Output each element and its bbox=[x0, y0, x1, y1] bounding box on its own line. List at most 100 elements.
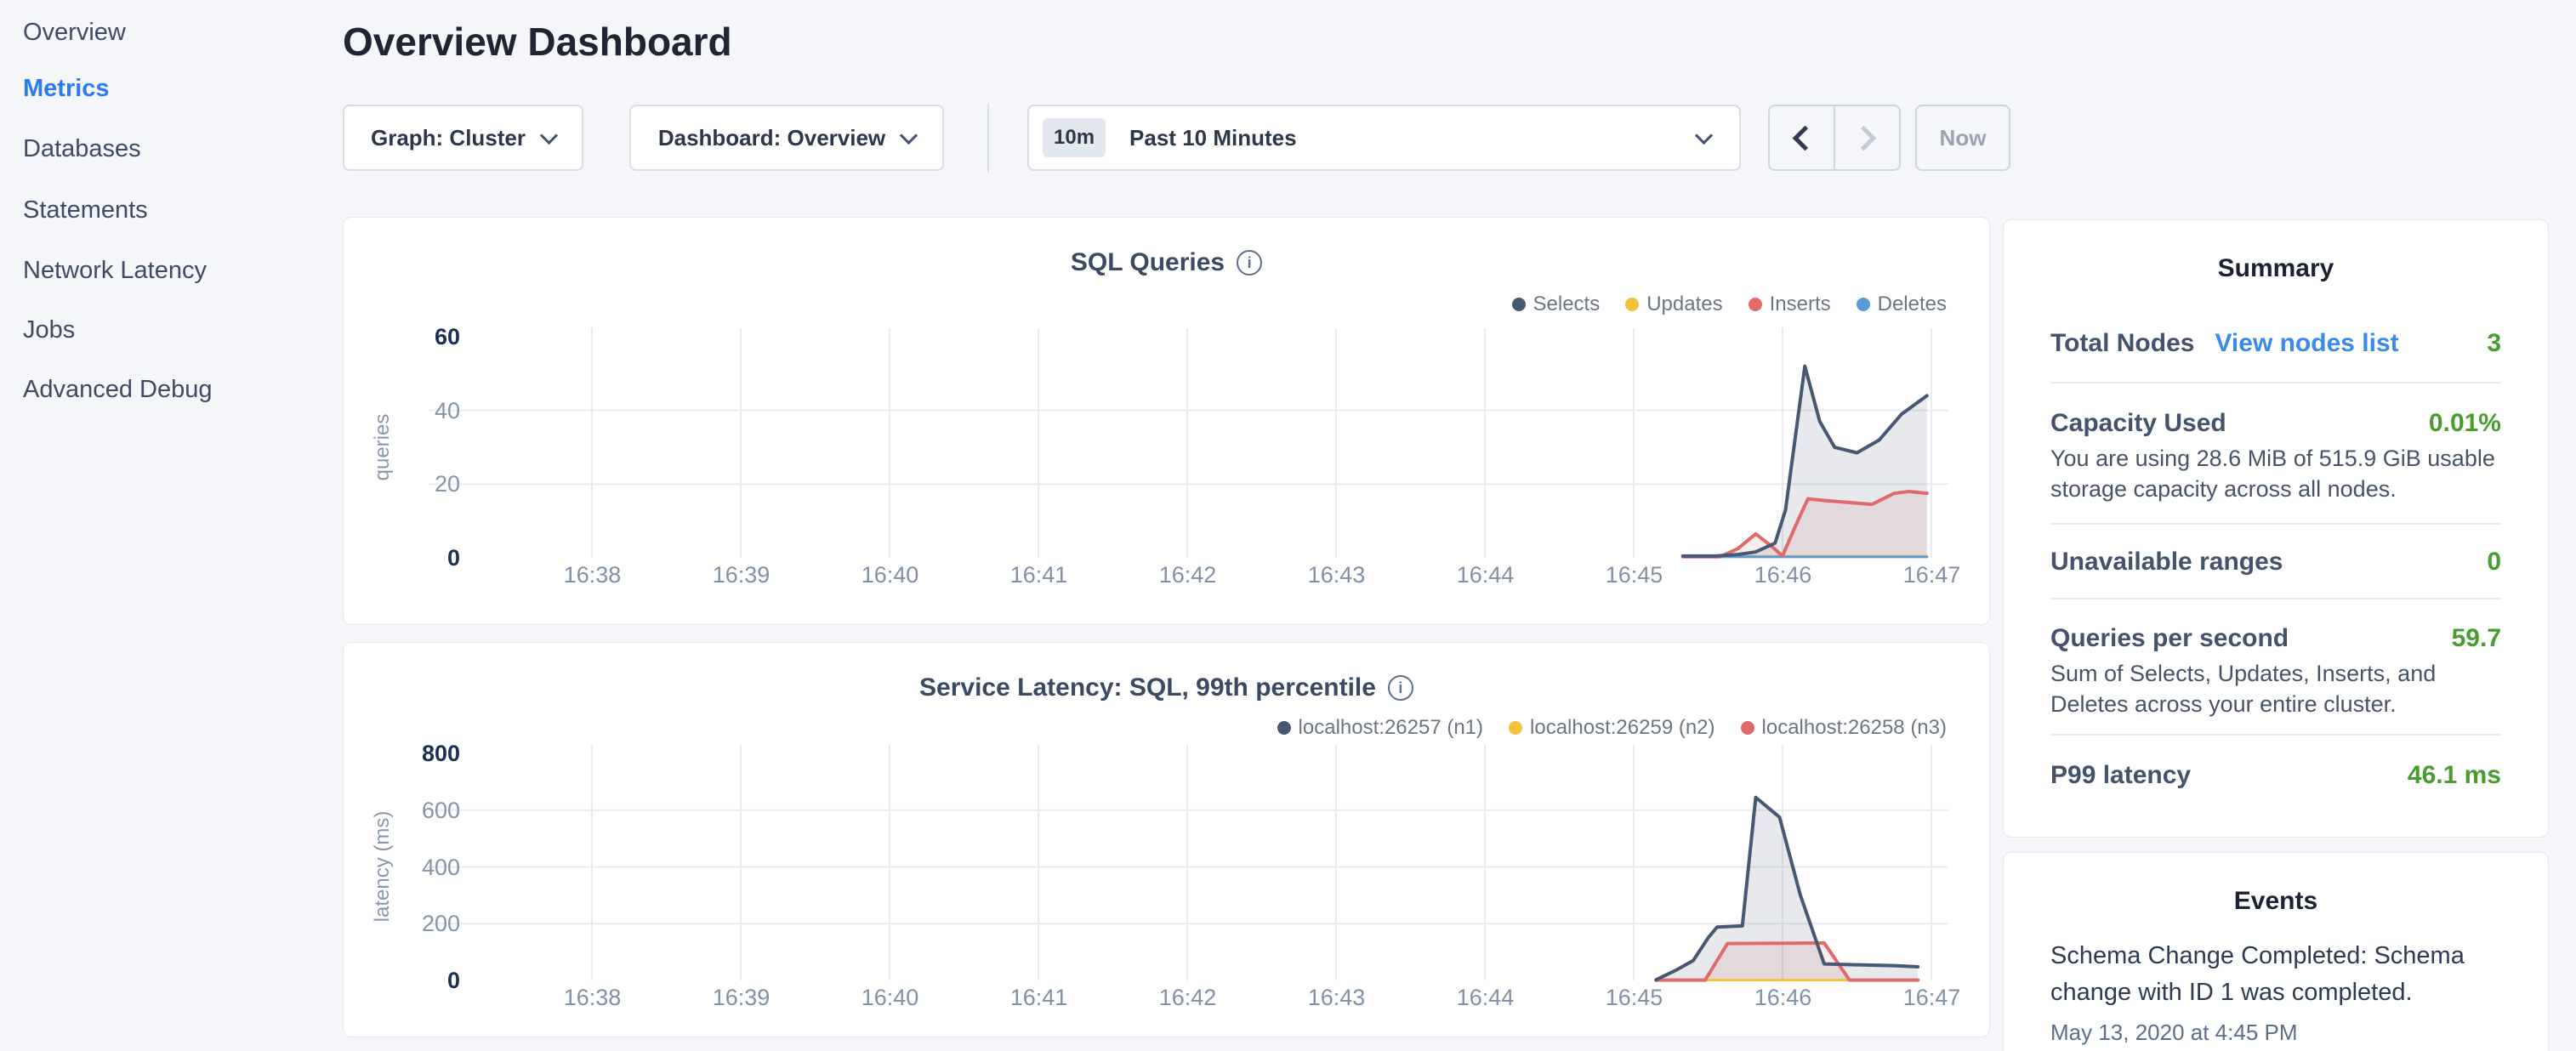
legend-item-inserts[interactable]: Inserts bbox=[1749, 293, 1831, 316]
x-tick: 16:47 bbox=[1857, 985, 2006, 1011]
x-axis-ticks: 16:38 16:39 16:40 16:41 16:42 16:43 16:4… bbox=[518, 985, 2006, 1011]
x-tick: 16:44 bbox=[1411, 562, 1560, 588]
summary-row-unavailable-ranges: Unavailable ranges 0 bbox=[2050, 548, 2501, 577]
x-tick: 16:47 bbox=[1857, 562, 2006, 588]
series-area bbox=[1656, 798, 1918, 980]
summary-label: P99 latency bbox=[2050, 761, 2191, 790]
chart-title-row: Service Latency: SQL, 99th percentile i bbox=[344, 673, 1989, 702]
x-tick: 16:42 bbox=[1113, 985, 1262, 1011]
events-panel: Events Schema Change Completed: Schema c… bbox=[2003, 852, 2549, 1051]
y-tick: 600 bbox=[367, 797, 460, 824]
legend-dot bbox=[1512, 298, 1526, 311]
info-icon[interactable]: i bbox=[1237, 250, 1262, 276]
sidebar-item-network-latency[interactable]: Network Latency bbox=[23, 253, 207, 287]
sidebar-item-statements[interactable]: Statements bbox=[23, 193, 148, 227]
x-tick: 16:45 bbox=[1560, 562, 1709, 588]
now-button[interactable]: Now bbox=[1915, 105, 2010, 171]
chart-title: SQL Queries bbox=[1071, 248, 1225, 277]
legend-item-n2[interactable]: localhost:26259 (n2) bbox=[1509, 716, 1714, 740]
sql-queries-chart-panel: SQL Queries i Selects Updates Inserts De… bbox=[343, 217, 1990, 625]
time-window-nav bbox=[1768, 105, 1901, 171]
header-divider bbox=[987, 103, 989, 173]
legend-item-deletes[interactable]: Deletes bbox=[1857, 293, 1947, 316]
legend-dot bbox=[1509, 721, 1522, 735]
time-range-dropdown[interactable]: 10m Past 10 Minutes bbox=[1027, 105, 1741, 171]
chart-legend: localhost:26257 (n1) localhost:26259 (n2… bbox=[1277, 716, 1947, 740]
summary-row-capacity-used: Capacity Used 0.01% bbox=[2050, 409, 2501, 438]
legend-item-updates[interactable]: Updates bbox=[1625, 293, 1722, 316]
page-title: Overview Dashboard bbox=[343, 19, 732, 65]
summary-panel: Summary Total Nodes View nodes list 3 Ca… bbox=[2003, 219, 2549, 838]
y-tick: 400 bbox=[367, 854, 460, 881]
summary-value: 0 bbox=[2487, 548, 2501, 577]
x-tick: 16:40 bbox=[816, 562, 964, 588]
sidebar-item-advanced-debug[interactable]: Advanced Debug bbox=[23, 372, 213, 406]
chevron-down-icon bbox=[540, 126, 558, 144]
x-tick: 16:41 bbox=[964, 985, 1113, 1011]
chevron-down-icon bbox=[900, 126, 918, 144]
service-latency-chart-panel: Service Latency: SQL, 99th percentile i … bbox=[343, 642, 1990, 1037]
summary-description: Sum of Selects, Updates, Inserts, and De… bbox=[2050, 658, 2505, 719]
x-tick: 16:39 bbox=[667, 562, 816, 588]
x-tick: 16:39 bbox=[667, 985, 816, 1011]
legend-item-n3[interactable]: localhost:26258 (n3) bbox=[1741, 716, 1947, 740]
x-tick: 16:43 bbox=[1262, 562, 1411, 588]
y-tick: 200 bbox=[367, 910, 460, 937]
event-message[interactable]: Schema Change Completed: Schema change w… bbox=[2050, 938, 2501, 1011]
legend-dot bbox=[1749, 298, 1762, 311]
series-area bbox=[1683, 366, 1927, 558]
chevron-left-icon bbox=[1793, 125, 1818, 151]
x-tick: 16:38 bbox=[518, 562, 667, 588]
view-nodes-list-link[interactable]: View nodes list bbox=[2215, 329, 2398, 358]
y-tick: 800 bbox=[367, 740, 460, 767]
legend-label: localhost:26259 (n2) bbox=[1530, 716, 1714, 740]
summary-heading: Summary bbox=[2004, 254, 2548, 283]
time-range-badge: 10m bbox=[1043, 118, 1106, 157]
legend-dot bbox=[1857, 298, 1870, 311]
events-heading: Events bbox=[2004, 887, 2548, 916]
y-tick: 0 bbox=[367, 967, 460, 994]
sidebar-item-databases[interactable]: Databases bbox=[23, 132, 141, 166]
sidebar-item-overview[interactable]: Overview bbox=[23, 15, 126, 49]
summary-row-total-nodes: Total Nodes View nodes list 3 bbox=[2050, 329, 2501, 358]
dashboard-dropdown-label: Dashboard: Overview bbox=[658, 125, 885, 151]
time-forward-button[interactable] bbox=[1834, 106, 1899, 169]
x-tick: 16:46 bbox=[1709, 562, 1857, 588]
graph-scope-dropdown[interactable]: Graph: Cluster bbox=[343, 105, 583, 171]
divider bbox=[2050, 598, 2501, 599]
divider bbox=[2050, 523, 2501, 525]
chevron-right-icon bbox=[1851, 125, 1877, 151]
chevron-down-icon bbox=[1695, 126, 1713, 144]
chart-title: Service Latency: SQL, 99th percentile bbox=[919, 673, 1376, 702]
legend-item-n1[interactable]: localhost:26257 (n1) bbox=[1277, 716, 1483, 740]
y-tick: 60 bbox=[367, 323, 460, 350]
summary-value: 59.7 bbox=[2452, 624, 2501, 653]
info-icon[interactable]: i bbox=[1388, 675, 1413, 701]
chart-title-row: SQL Queries i bbox=[344, 248, 1989, 277]
legend-label: localhost:26258 (n3) bbox=[1762, 716, 1947, 740]
x-tick: 16:45 bbox=[1560, 985, 1709, 1011]
summary-label: Unavailable ranges bbox=[2050, 548, 2283, 577]
x-tick: 16:42 bbox=[1113, 562, 1262, 588]
summary-value: 0.01% bbox=[2429, 409, 2501, 438]
summary-label: Capacity Used bbox=[2050, 409, 2226, 438]
summary-value: 46.1 ms bbox=[2408, 761, 2501, 790]
dashboard-dropdown[interactable]: Dashboard: Overview bbox=[629, 105, 944, 171]
y-tick: 40 bbox=[367, 397, 460, 424]
legend-dot bbox=[1741, 721, 1754, 735]
sidebar-item-jobs[interactable]: Jobs bbox=[23, 313, 75, 347]
summary-label: Total Nodes bbox=[2050, 329, 2194, 358]
x-tick: 16:38 bbox=[518, 985, 667, 1011]
x-axis-ticks: 16:38 16:39 16:40 16:41 16:42 16:43 16:4… bbox=[518, 562, 2006, 588]
legend-item-selects[interactable]: Selects bbox=[1512, 293, 1601, 316]
sidebar-item-metrics[interactable]: Metrics bbox=[23, 71, 110, 105]
y-tick: 0 bbox=[367, 544, 460, 571]
time-range-label: Past 10 Minutes bbox=[1129, 125, 1697, 151]
app-root: Overview Metrics Databases Statements Ne… bbox=[0, 0, 2576, 1051]
summary-description: You are using 28.6 MiB of 515.9 GiB usab… bbox=[2050, 443, 2505, 504]
summary-label: Queries per second bbox=[2050, 624, 2289, 653]
time-back-button[interactable] bbox=[1770, 106, 1834, 169]
x-tick: 16:46 bbox=[1709, 985, 1857, 1011]
summary-value: 3 bbox=[2487, 329, 2501, 358]
legend-label: localhost:26257 (n1) bbox=[1299, 716, 1483, 740]
